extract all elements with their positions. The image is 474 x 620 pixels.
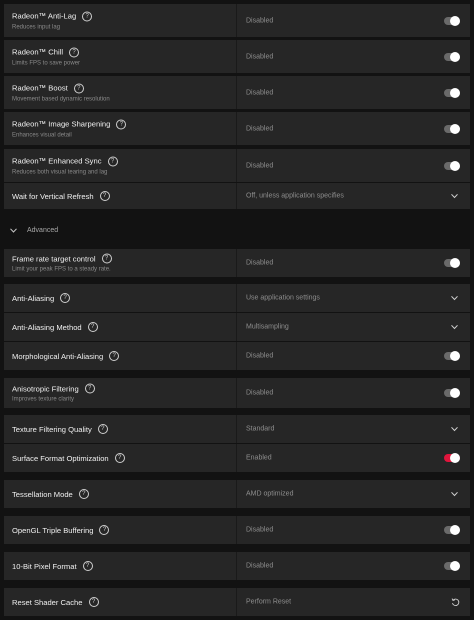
setting-label: Anisotropic Filtering <box>12 384 79 393</box>
setting-row-frame-rate-target: Frame rate target control? Limit your pe… <box>4 249 470 277</box>
setting-description: Limits FPS to save power <box>12 60 81 66</box>
advanced-section-toggle[interactable]: Advanced <box>4 221 470 239</box>
settings-list: Radeon™ Anti-Lag? Reduces input lag Disa… <box>0 0 474 620</box>
help-circle-icon[interactable]: ? <box>87 322 98 332</box>
help-circle-icon[interactable]: ? <box>101 253 112 264</box>
setting-label: Texture Filtering Quality <box>12 424 92 434</box>
chevron-down-icon[interactable] <box>451 324 458 330</box>
help-circle-icon[interactable]: ? <box>114 453 125 463</box>
setting-description: Enhances visual detail <box>12 132 72 138</box>
chevron-down-icon[interactable] <box>451 426 458 432</box>
setting-row-chill: Radeon™ Chill? Limits FPS to save power … <box>4 40 470 73</box>
help-circle-icon[interactable]: ? <box>99 525 110 535</box>
help-circle-icon[interactable]: ? <box>73 83 84 93</box>
setting-label: Anti-Aliasing <box>12 293 55 303</box>
anisotropic-filtering-toggle[interactable] <box>444 388 460 398</box>
help-circle-icon[interactable]: ? <box>99 191 110 201</box>
setting-value: Off, unless application specifies <box>246 192 344 200</box>
setting-value: Disabled <box>246 526 274 534</box>
setting-value: Disabled <box>246 562 274 570</box>
setting-value: Disabled <box>246 162 274 169</box>
setting-row-texture-filtering-quality[interactable]: Texture Filtering Quality? Standard <box>4 415 470 443</box>
chevron-down-icon <box>10 227 17 233</box>
setting-row-opengl-triple-buffering: OpenGL Triple Buffering? Disabled <box>4 516 470 544</box>
boost-toggle[interactable] <box>444 87 460 98</box>
setting-value: Disabled <box>246 352 274 360</box>
opengl-triple-buffering-toggle[interactable] <box>444 525 460 535</box>
setting-label: Radeon™ Image Sharpening <box>12 119 111 129</box>
setting-value: Standard <box>246 425 275 433</box>
help-circle-icon[interactable]: ? <box>116 119 127 129</box>
setting-label: Wait for Vertical Refresh <box>12 191 94 201</box>
setting-label: Radeon™ Anti-Lag <box>12 11 77 21</box>
setting-label: Reset Shader Cache <box>12 597 83 607</box>
setting-description: Movement based dynamic resolution <box>12 96 110 102</box>
enhanced-sync-toggle[interactable] <box>444 160 460 171</box>
anti-lag-toggle[interactable] <box>444 15 460 26</box>
setting-row-anisotropic-filtering: Anisotropic Filtering? Improves texture … <box>4 378 470 408</box>
setting-value: AMD optimized <box>246 490 294 498</box>
setting-row-reset-shader-cache[interactable]: Reset Shader Cache? Perform Reset <box>4 588 470 616</box>
image-sharpening-toggle[interactable] <box>444 123 460 134</box>
setting-value: Multisampling <box>246 323 289 331</box>
setting-row-image-sharpening: Radeon™ Image Sharpening? Enhances visua… <box>4 112 470 145</box>
setting-label: Tessellation Mode <box>12 489 73 499</box>
setting-value: Disabled <box>246 17 274 24</box>
setting-description: Limit your peak FPS to a steady rate. <box>12 266 111 273</box>
chevron-down-icon[interactable] <box>451 491 458 497</box>
setting-label: 10-Bit Pixel Format <box>12 561 77 571</box>
setting-value: Enabled <box>246 454 272 462</box>
setting-label: Radeon™ Enhanced Sync <box>12 156 102 166</box>
advanced-label: Advanced <box>27 226 59 234</box>
reset-icon[interactable] <box>451 598 460 607</box>
setting-label: Surface Format Optimization <box>12 453 109 463</box>
help-circle-icon[interactable]: ? <box>84 383 95 394</box>
help-circle-icon[interactable]: ? <box>82 561 93 571</box>
help-circle-icon[interactable]: ? <box>109 351 120 361</box>
setting-value: Disabled <box>246 89 274 96</box>
help-circle-icon[interactable]: ? <box>60 293 71 303</box>
help-circle-icon[interactable]: ? <box>78 489 89 499</box>
surface-format-optimization-toggle[interactable] <box>444 453 460 463</box>
morphological-aa-toggle[interactable] <box>444 351 460 361</box>
setting-row-10-bit-pixel-format: 10-Bit Pixel Format? Disabled <box>4 552 470 580</box>
setting-description: Reduces both visual tearing and lag <box>12 169 108 175</box>
setting-row-boost: Radeon™ Boost? Movement based dynamic re… <box>4 76 470 109</box>
setting-value: Disabled <box>246 389 274 397</box>
chevron-down-icon[interactable] <box>451 193 458 199</box>
chevron-down-icon[interactable] <box>451 295 458 301</box>
setting-row-tessellation-mode[interactable]: Tessellation Mode? AMD optimized <box>4 480 470 508</box>
setting-label: Morphological Anti-Aliasing <box>12 351 104 361</box>
help-circle-icon[interactable]: ? <box>88 597 99 607</box>
setting-label: Radeon™ Chill <box>12 47 64 57</box>
help-circle-icon[interactable]: ? <box>69 47 80 57</box>
chill-toggle[interactable] <box>444 51 460 62</box>
help-circle-icon[interactable]: ? <box>107 156 118 166</box>
setting-value: Disabled <box>246 125 274 132</box>
10-bit-pixel-format-toggle[interactable] <box>444 561 460 571</box>
setting-label: Frame rate target control <box>12 254 96 263</box>
help-circle-icon[interactable]: ? <box>82 11 93 21</box>
setting-row-surface-format-optimization: Surface Format Optimization? Enabled <box>4 444 470 472</box>
setting-row-anti-lag: Radeon™ Anti-Lag? Reduces input lag Disa… <box>4 4 470 37</box>
setting-label: Anti-Aliasing Method <box>12 322 82 332</box>
setting-label: Radeon™ Boost <box>12 83 68 93</box>
setting-row-morphological-aa: Morphological Anti-Aliasing? Disabled <box>4 342 470 370</box>
setting-value: Disabled <box>246 259 274 267</box>
setting-row-vertical-refresh[interactable]: Wait for Vertical Refresh? Off, unless a… <box>4 183 470 209</box>
setting-description: Reduces input lag <box>12 24 61 30</box>
help-circle-icon[interactable]: ? <box>97 424 108 434</box>
setting-value: Disabled <box>246 53 274 60</box>
setting-value: Perform Reset <box>246 598 292 606</box>
setting-description: Improves texture clarity <box>12 396 75 403</box>
setting-row-anti-aliasing[interactable]: Anti-Aliasing? Use application settings <box>4 284 470 312</box>
frame-rate-target-toggle[interactable] <box>444 258 460 268</box>
setting-row-enhanced-sync: Radeon™ Enhanced Sync? Reduces both visu… <box>4 149 470 182</box>
setting-label: OpenGL Triple Buffering <box>12 525 94 535</box>
setting-value: Use application settings <box>246 294 320 302</box>
setting-row-anti-aliasing-method[interactable]: Anti-Aliasing Method? Multisampling <box>4 313 470 341</box>
